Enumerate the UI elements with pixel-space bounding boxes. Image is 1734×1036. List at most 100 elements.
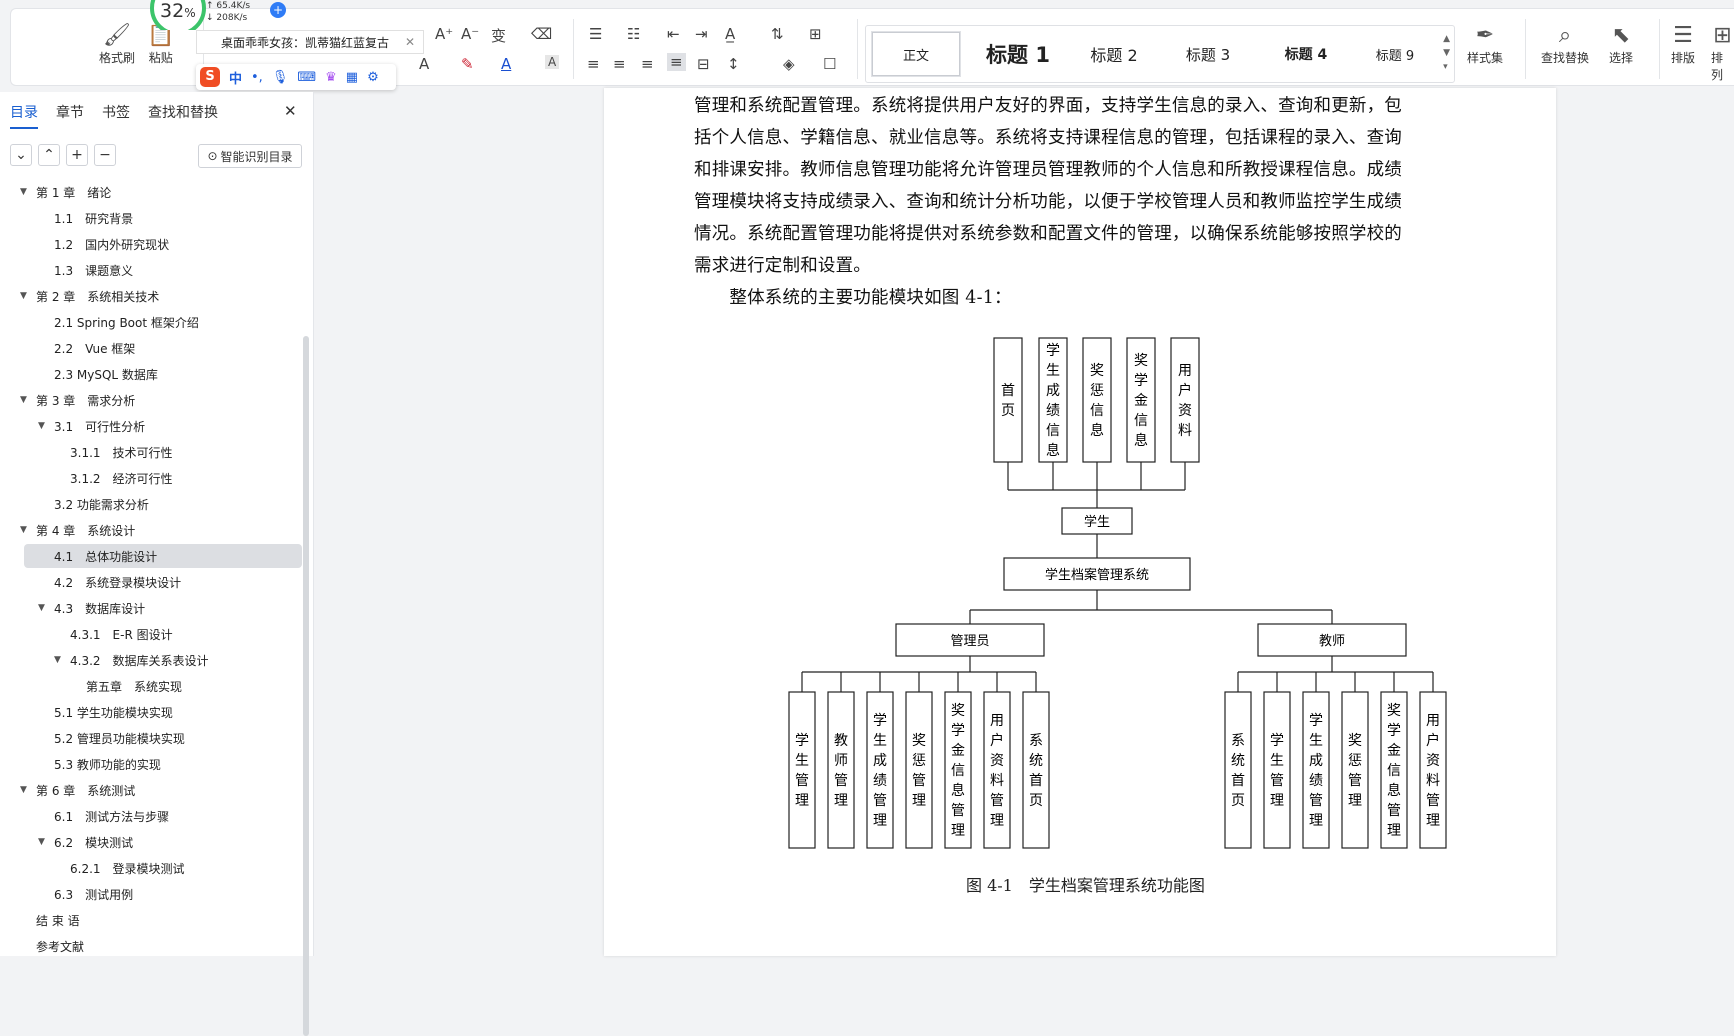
phonetic-icon[interactable]: 变 (491, 25, 506, 46)
char-shading-icon[interactable]: A (545, 55, 560, 69)
toc-scrollbar[interactable] (303, 336, 309, 1036)
grow-font-icon[interactable]: A⁺ (435, 25, 453, 43)
text-direction-icon[interactable]: A̲ (725, 25, 735, 43)
tab-chapters[interactable]: 章节 (56, 102, 84, 122)
find-replace-button[interactable]: ⌕ 查找替换 (1541, 23, 1589, 66)
toc-item[interactable]: ▼ 第 3 章 需求分析 (0, 388, 300, 412)
align-left-icon[interactable]: ≡ (587, 55, 600, 73)
tab-find-replace[interactable]: 查找和替换 (148, 102, 218, 122)
expand-arrow-icon[interactable]: ▼ (20, 525, 27, 535)
gallery-scroll-icon[interactable]: ▲ ▼ ▾ (1443, 32, 1450, 74)
format-painter-button[interactable]: 🖌 格式刷 (99, 23, 135, 66)
style-heading-9[interactable]: 标题 9 (1360, 26, 1430, 82)
highlight-icon[interactable]: ✎ (461, 55, 474, 73)
toc-item[interactable]: ▼ 第 2 章 系统相关技术 (0, 284, 300, 308)
microphone-icon[interactable]: 🎙 (272, 70, 289, 85)
toc-item[interactable]: ▼ 6.2 模块测试 (0, 830, 300, 854)
number-list-icon[interactable]: ☷ (627, 25, 640, 43)
clear-format-icon[interactable]: ⌫ (531, 25, 552, 43)
arrange-button[interactable]: ⊞ 排列 (1711, 23, 1734, 83)
toc-item[interactable]: 结 束 语 (0, 908, 300, 932)
toc-item[interactable]: 1.3 课题意义 (0, 258, 300, 282)
sogou-logo-icon[interactable]: S (200, 67, 220, 87)
style-set-button[interactable]: ✒ 样式集 (1467, 23, 1503, 66)
toc-item[interactable]: ▼ 3.1 可行性分析 (0, 414, 300, 438)
toc-item[interactable]: 参考文献 (0, 934, 300, 956)
font-color-icon[interactable]: A (501, 55, 511, 73)
ime-mode[interactable]: 中 (229, 68, 242, 87)
add-heading-button[interactable]: + (66, 144, 88, 166)
expand-arrow-icon[interactable]: ▼ (20, 291, 27, 301)
toc-item[interactable]: 4.1 总体功能设计 (24, 544, 302, 568)
expand-arrow-icon[interactable]: ▼ (38, 421, 45, 431)
text-effect-icon[interactable]: A (419, 55, 429, 73)
plus-icon[interactable]: + (270, 2, 286, 18)
tab-bookmarks[interactable]: 书签 (102, 102, 130, 122)
decrease-indent-icon[interactable]: ⇤ (667, 25, 680, 43)
toc-item[interactable]: 2.2 Vue 框架 (0, 336, 300, 360)
line-spacing-icon[interactable]: ↕ (727, 55, 740, 73)
toc-item[interactable]: 2.1 Spring Boot 框架介绍 (0, 310, 300, 334)
apps-icon[interactable]: ▦ (346, 70, 358, 85)
toc-item[interactable]: 5.2 管理员功能模块实现 (0, 726, 300, 750)
toc-item[interactable]: 第五章 系统实现 (0, 674, 300, 698)
settings-icon[interactable]: ⚙ (367, 70, 379, 85)
tab-toc[interactable]: 目录 (10, 102, 38, 129)
notification-popup[interactable]: 桌面乖乖女孩：凯蒂猫红蓝复古 ✕ (196, 30, 424, 54)
toc-item[interactable]: ▼ 第 1 章 绪论 (0, 180, 300, 204)
layout-button[interactable]: ☰ 排版 (1671, 23, 1695, 66)
style-heading-4[interactable]: 标题 4 (1266, 26, 1346, 82)
style-heading-3[interactable]: 标题 3 (1168, 26, 1248, 82)
distribute-icon[interactable]: ⊟ (697, 55, 710, 73)
arrange-icon: ⊞ (1713, 23, 1732, 48)
toc-item[interactable]: 4.2 系统登录模块设计 (0, 570, 300, 594)
toc-item[interactable]: 5.3 教师功能的实现 (0, 752, 300, 776)
toc-item[interactable]: 2.3 MySQL 数据库 (0, 362, 300, 386)
expand-down-button[interactable]: ⌄ (10, 144, 32, 166)
sort-icon[interactable]: ⇅ (771, 25, 784, 43)
expand-arrow-icon[interactable]: ▼ (20, 395, 27, 405)
remove-heading-button[interactable]: − (94, 144, 116, 166)
toc-item[interactable]: 1.2 国内外研究现状 (0, 232, 300, 256)
increase-indent-icon[interactable]: ⇥ (695, 25, 708, 43)
justify-icon[interactable]: ≡ (667, 53, 686, 71)
toc-item[interactable]: ▼ 4.3 数据库设计 (0, 596, 300, 620)
expand-arrow-icon[interactable]: ▼ (54, 655, 61, 665)
toc-item[interactable]: 1.1 研究背景 (0, 206, 300, 230)
close-icon[interactable]: ✕ (405, 35, 415, 49)
toc-item[interactable]: 4.3.1 E-R 图设计 (0, 622, 300, 646)
align-center-icon[interactable]: ≡ (613, 55, 626, 73)
toc-item[interactable]: 5.1 学生功能模块实现 (0, 700, 300, 724)
toc-item[interactable]: 3.2 功能需求分析 (0, 492, 300, 516)
punctuation-icon[interactable]: •, (251, 70, 263, 85)
bullet-list-icon[interactable]: ☰ (589, 25, 602, 43)
network-speed-widget[interactable]: 32% ↑ 65.4K/s ↓ 208K/s + (146, 0, 292, 30)
show-marks-icon[interactable]: ⊞ (809, 25, 822, 43)
toc-item[interactable]: ▼ 第 6 章 系统测试 (0, 778, 300, 802)
toc-item[interactable]: 6.1 测试方法与步骤 (0, 804, 300, 828)
expand-arrow-icon[interactable]: ▼ (38, 837, 45, 847)
toc-item[interactable]: 6.2.1 登录模块测试 (0, 856, 300, 880)
style-heading-2[interactable]: 标题 2 (1074, 26, 1154, 82)
shrink-font-icon[interactable]: A⁻ (461, 25, 479, 43)
expand-arrow-icon[interactable]: ▼ (20, 785, 27, 795)
toc-item[interactable]: ▼ 4.3.2 数据库关系表设计 (0, 648, 300, 672)
skin-icon[interactable]: ♛ (325, 70, 337, 85)
collapse-up-button[interactable]: ⌃ (38, 144, 60, 166)
close-pane-icon[interactable]: ✕ (284, 102, 297, 120)
smart-toc-button[interactable]: ⊙ 智能识别目录 (198, 144, 302, 168)
toc-item[interactable]: 3.1.1 技术可行性 (0, 440, 300, 464)
style-heading-1[interactable]: 标题 1 (978, 26, 1058, 82)
toc-item[interactable]: 3.1.2 经济可行性 (0, 466, 300, 490)
select-button[interactable]: ⬉ 选择 (1609, 23, 1633, 66)
expand-arrow-icon[interactable]: ▼ (38, 603, 45, 613)
keyboard-icon[interactable]: ⌨ (297, 70, 316, 85)
toc-item[interactable]: ▼ 第 4 章 系统设计 (0, 518, 300, 542)
border-icon[interactable]: ☐ (823, 55, 836, 73)
shading-icon[interactable]: ◈ (783, 55, 795, 73)
toc-item[interactable]: 6.3 测试用例 (0, 882, 300, 906)
style-gallery: 正文 标题 1 标题 2 标题 3 标题 4 标题 9 ▲ ▼ ▾ (865, 25, 1455, 83)
expand-arrow-icon[interactable]: ▼ (20, 187, 27, 197)
align-right-icon[interactable]: ≡ (641, 55, 654, 73)
style-normal[interactable]: 正文 (872, 32, 960, 76)
